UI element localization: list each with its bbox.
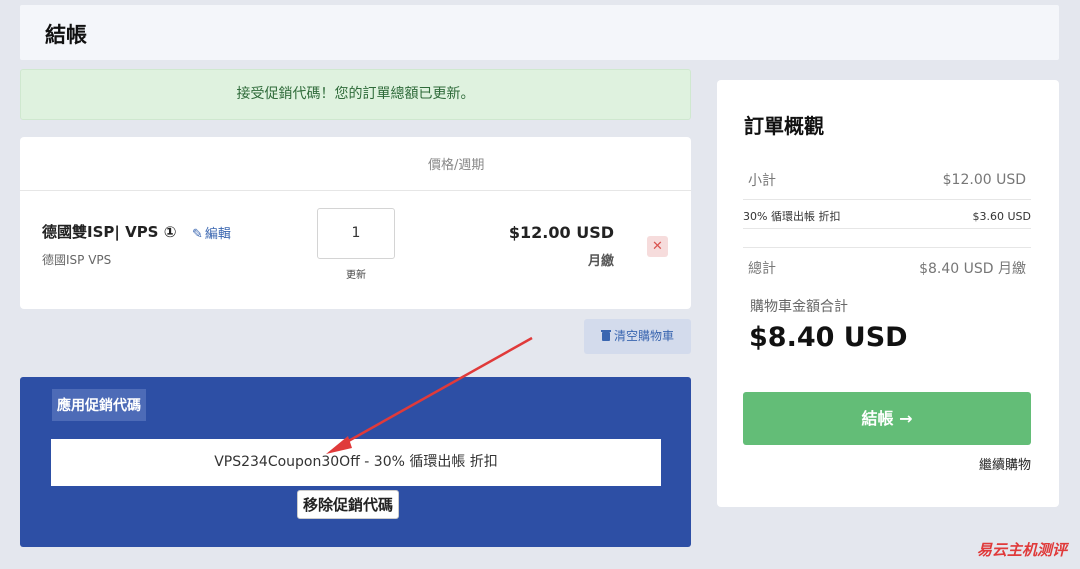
cart-total-amount: $8.40 USD — [749, 322, 908, 353]
edit-label: 編輯 — [204, 227, 231, 242]
total-label: 總計 — [748, 260, 776, 277]
discount-value: $3.60 USD — [972, 209, 1032, 223]
remove-item-button[interactable]: ✕ — [647, 236, 668, 257]
discount-label: 30% 循環出帳 折扣 — [743, 210, 841, 223]
cart-table-header: 價格/週期 — [20, 137, 691, 191]
promo-code-panel: 應用促銷代碼 VPS234Coupon30Off - 30% 循環出帳 折扣 移… — [20, 377, 691, 547]
total-value: $8.40 USD 月繳 — [919, 260, 1026, 277]
remove-promo-button[interactable]: 移除促銷代碼 — [297, 490, 400, 519]
remove-x-icon: ✕ — [652, 239, 663, 254]
order-summary: 訂單概觀 小計 $12.00 USD 30% 循環出帳 折扣 $3.60 USD… — [717, 80, 1059, 507]
checkout-button[interactable]: 結帳 → — [743, 392, 1031, 445]
watermark-text: 易云主机测评 — [976, 541, 1067, 559]
discount-row: 30% 循環出帳 折扣 $3.60 USD — [743, 204, 1031, 229]
price-cycle-column-header: 價格/週期 — [428, 158, 485, 173]
trash-icon — [600, 330, 611, 341]
pencil-icon: ✎ — [192, 227, 203, 242]
empty-cart-button[interactable]: 清空購物車 — [584, 319, 691, 354]
cart-total-label: 購物車金額合計 — [750, 299, 848, 315]
empty-cart-label: 清空購物車 — [613, 329, 674, 343]
page-title: 結帳 — [45, 23, 87, 47]
product-name: 德國雙ISP| VPS ① — [42, 223, 177, 241]
billing-cycle: 月繳 — [587, 254, 614, 269]
continue-shopping-link[interactable]: 繼續購物 — [979, 454, 1031, 473]
summary-title: 訂單概觀 — [744, 114, 824, 138]
cart-table: 價格/週期 德國雙ISP| VPS ① ✎ 編輯 德國ISP VPS 1 更新 $… — [20, 137, 691, 309]
product-subtitle: 德國ISP VPS — [42, 253, 112, 267]
total-row: 總計 $8.40 USD 月繳 — [743, 247, 1031, 287]
update-quantity-link[interactable]: 更新 — [317, 266, 395, 281]
subtotal-value: $12.00 USD — [942, 171, 1026, 188]
subtotal-row: 小計 $12.00 USD — [743, 160, 1031, 200]
promo-panel-title: 應用促銷代碼 — [52, 389, 146, 421]
promo-success-alert: 接受促銷代碼！您的訂單總額已更新。 — [20, 69, 691, 120]
page-header: 結帳 — [20, 5, 1059, 60]
product-price: $12.00 USD — [508, 223, 614, 242]
subtotal-label: 小計 — [748, 172, 776, 189]
quantity-input[interactable]: 1 — [317, 208, 395, 259]
applied-promo-code: VPS234Coupon30Off - 30% 循環出帳 折扣 — [51, 439, 661, 486]
edit-product-link[interactable]: ✎ 編輯 — [192, 223, 231, 242]
